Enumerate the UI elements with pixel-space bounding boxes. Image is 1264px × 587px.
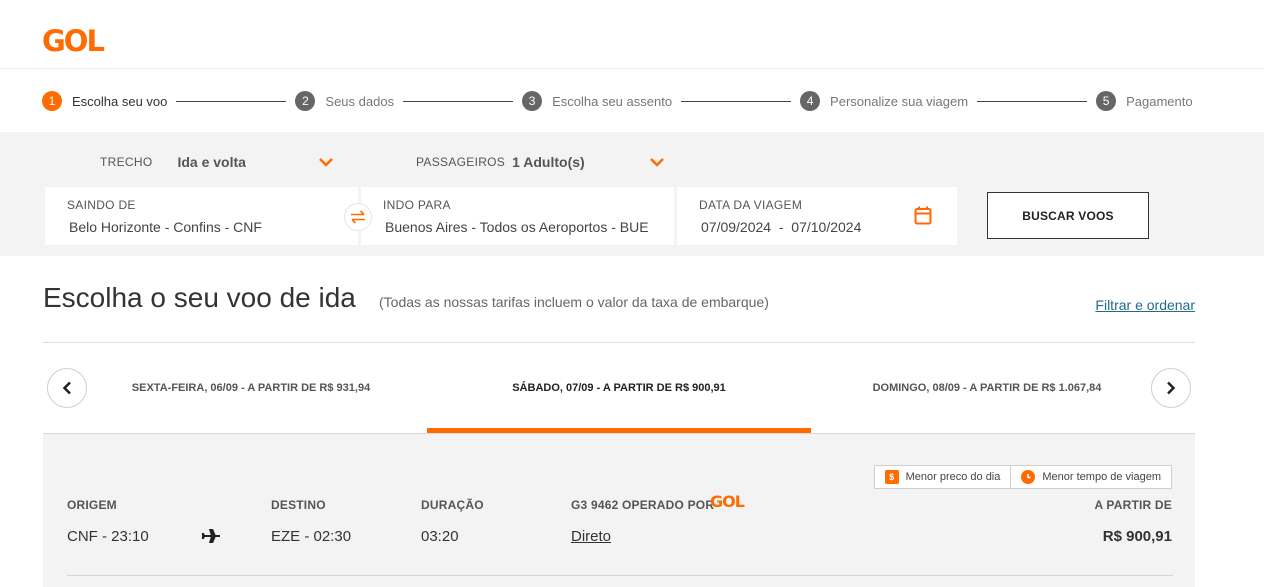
origin-col-label: ORIGEM	[67, 498, 117, 512]
legend-cheapest-label: Menor preco do dia	[905, 471, 1001, 483]
step-1-label: Escolha seu voo	[72, 93, 168, 109]
destination-col-label: DESTINO	[271, 498, 326, 512]
swap-arrows-icon	[351, 210, 365, 224]
destination-field[interactable]: INDO PARA Buenos Aires - Todos os Aeropo…	[361, 187, 674, 245]
gol-logo-text: GOL	[42, 24, 105, 58]
calendar-icon[interactable]	[914, 206, 932, 225]
step-connector	[681, 100, 792, 102]
destination-input[interactable]: Buenos Aires - Todos os Aeroportos - BUE	[385, 219, 651, 235]
chevron-right-icon	[1167, 381, 1176, 395]
step-3: 3 Escolha seu assento	[522, 91, 672, 111]
step-2: 2 Seus dados	[295, 91, 394, 111]
step-1-number: 1	[42, 91, 62, 111]
step-4: 4 Personalize sua viagem	[800, 91, 968, 111]
destination-label: INDO PARA	[383, 198, 451, 212]
filter-sort-link[interactable]: Filtrar e ordenar	[1095, 297, 1195, 313]
duration-value: 03:20	[421, 528, 459, 545]
legend-cheapest: $ Menor preco do dia	[873, 465, 1012, 489]
origin-label: SAINDO DE	[67, 198, 136, 212]
legend: $ Menor preco do dia Menor tempo de viag…	[873, 465, 1172, 489]
chevron-down-icon	[650, 158, 664, 167]
legend-fastest: Menor tempo de viagem	[1011, 465, 1172, 489]
next-day-button[interactable]	[1151, 368, 1191, 408]
step-4-label: Personalize sua viagem	[830, 93, 969, 109]
site-header: GOL	[0, 0, 1264, 69]
operator-col-label: G3 9462 OPERADO POR	[571, 498, 715, 512]
page-subtitle: (Todas as nossas tarifas incluem o valor…	[379, 294, 769, 310]
travel-date-field[interactable]: DATA DA VIAGEM 07/09/2024 - 07/10/2024	[677, 187, 957, 245]
origin-field[interactable]: SAINDO DE Belo Horizonte - Confins - CNF	[45, 187, 358, 245]
card-divider	[67, 575, 1173, 576]
search-flights-button[interactable]: BUSCAR VOOS	[987, 192, 1149, 239]
step-4-number: 4	[800, 91, 821, 111]
step-3-label: Escolha seu assento	[552, 93, 673, 109]
passengers-label: PASSAGEIROS	[416, 155, 506, 169]
step-1: 1 Escolha seu voo	[42, 91, 167, 111]
operator-gol-logo: GOL	[710, 492, 745, 511]
chevron-down-icon	[319, 158, 334, 167]
chevron-left-icon	[62, 381, 71, 395]
passengers-select[interactable]: PASSAGEIROS 1 Adulto(s)	[416, 154, 664, 170]
destination-time: EZE - 02:30	[271, 528, 352, 545]
page-title: Escolha o seu voo de ida	[43, 282, 356, 313]
gol-logo[interactable]: GOL	[42, 24, 105, 58]
duration-col-label: DURAÇÃO	[421, 498, 484, 512]
swap-route-button[interactable]	[344, 203, 372, 231]
step-3-number: 3	[522, 91, 543, 111]
step-5: 5 Pagamento	[1096, 91, 1193, 111]
previous-day-button[interactable]	[47, 368, 87, 408]
direct-flight-link[interactable]: Direto	[571, 528, 611, 545]
origin-time: CNF - 23:10	[67, 528, 149, 545]
travel-date-label: DATA DA VIAGEM	[699, 198, 803, 212]
step-2-label: Seus dados	[325, 93, 395, 109]
clock-icon	[1021, 470, 1036, 484]
legend-fastest-label: Menor tempo de viagem	[1042, 471, 1161, 483]
step-connector	[403, 100, 514, 102]
trip-type-label: TRECHO	[100, 155, 153, 169]
passengers-value: 1 Adulto(s)	[512, 154, 585, 170]
trip-type-select[interactable]: TRECHO Ida e volta	[100, 154, 334, 170]
travel-date-input[interactable]: 07/09/2024 - 07/10/2024	[701, 219, 861, 235]
step-2-number: 2	[295, 91, 316, 111]
dollar-icon: $	[884, 470, 899, 484]
date-tab-next[interactable]: DOMINGO, 08/09 - A PARTIR DE R$ 1.067,84	[823, 343, 1151, 433]
booking-steps: 1 Escolha seu voo 2 Seus dados 3 Escolha…	[42, 90, 1202, 112]
price-value[interactable]: R$ 900,91	[1103, 528, 1172, 545]
trip-type-value: Ida e volta	[177, 154, 246, 170]
airplane-icon	[202, 529, 220, 543]
origin-input[interactable]: Belo Horizonte - Confins - CNF	[69, 219, 349, 235]
flight-search-panel: TRECHO Ida e volta PASSAGEIROS 1 Adulto(…	[0, 132, 1264, 256]
step-5-number: 5	[1096, 91, 1117, 111]
step-5-label: Pagamento	[1126, 93, 1193, 109]
price-col-label: A PARTIR DE	[1094, 498, 1172, 512]
step-connector	[176, 100, 287, 102]
date-tab-prev[interactable]: SEXTA-FEIRA, 06/09 - A PARTIR DE R$ 931,…	[87, 343, 415, 433]
flight-card[interactable]: $ Menor preco do dia Menor tempo de viag…	[43, 433, 1195, 587]
step-connector	[977, 100, 1088, 102]
date-tab-selected[interactable]: SÁBADO, 07/09 - A PARTIR DE R$ 900,91	[427, 343, 811, 433]
